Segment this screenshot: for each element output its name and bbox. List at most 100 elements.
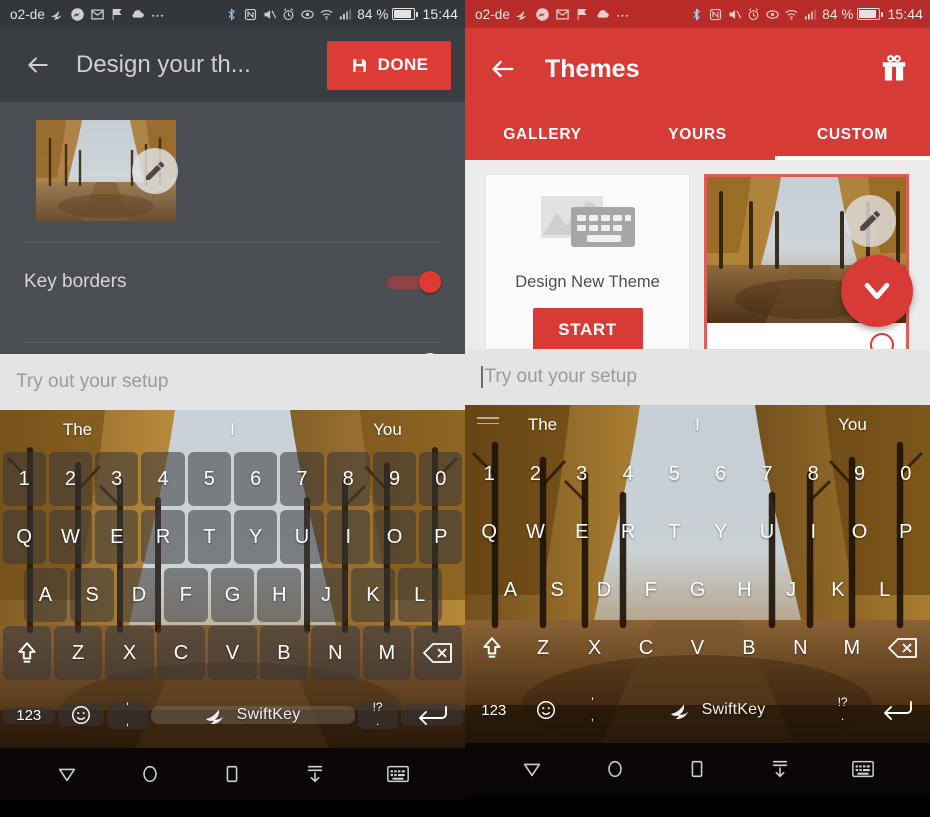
edit-theme-badge[interactable] [132,148,178,194]
key-p[interactable]: P [419,510,463,564]
key-5[interactable]: 5 [187,452,232,506]
keyboard-right[interactable]: The I You 1 2 3 4 5 6 7 8 9 0 Q W E R T … [465,405,930,743]
key-h[interactable]: H [722,563,766,617]
key-u[interactable]: U [745,505,788,559]
key-0[interactable]: 0 [419,452,463,506]
enter-key[interactable] [400,704,463,726]
key-q[interactable]: Q [468,505,511,559]
key-9[interactable]: 9 [838,447,881,501]
suggestion-1[interactable]: I [620,415,775,435]
card-design-new-theme[interactable]: Design New Theme START [485,174,690,349]
emoji-key[interactable] [58,704,105,726]
shift-key[interactable] [2,626,52,680]
key-i[interactable]: I [792,505,835,559]
back-nav-icon[interactable] [52,759,82,789]
key-n[interactable]: N [311,626,361,680]
key-g[interactable]: G [210,568,255,622]
recents-nav-icon[interactable] [217,759,247,789]
key-p[interactable]: P [884,505,927,559]
key-d[interactable]: D [582,563,626,617]
key-w[interactable]: W [514,505,557,559]
key-6[interactable]: 6 [699,447,742,501]
key-3[interactable]: 3 [560,447,603,501]
key-j[interactable]: J [769,563,813,617]
theme-thumbnail-wrapper[interactable] [36,120,178,221]
key-b[interactable]: B [259,626,309,680]
key-e[interactable]: E [95,510,139,564]
expand-fab[interactable] [841,255,913,327]
period-key[interactable]: !? . [823,695,863,724]
key-y[interactable]: Y [699,505,742,559]
suggestion-2[interactable]: You [310,420,465,440]
key-j[interactable]: J [304,568,348,622]
right-test-input[interactable]: Try out your setup [465,349,930,405]
key-w[interactable]: W [48,510,93,564]
key-b[interactable]: B [725,621,773,675]
key-h[interactable]: H [257,568,301,622]
key-k[interactable]: K [350,568,395,622]
key-2[interactable]: 2 [48,452,93,506]
key-c[interactable]: C [156,626,206,680]
gift-button[interactable] [874,49,914,89]
key-q[interactable]: Q [2,510,47,564]
tab-yours[interactable]: YOURS [620,110,775,160]
key-m[interactable]: M [362,626,412,680]
comma-key[interactable]: ' , [572,695,612,724]
theme-selected-radio[interactable] [870,333,894,349]
key-v[interactable]: V [208,626,258,680]
recents-nav-icon[interactable] [682,754,712,784]
numeric-key[interactable]: 123 [2,706,56,724]
key-3[interactable]: 3 [95,452,139,506]
key-z[interactable]: Z [53,626,103,680]
edit-theme-badge[interactable] [844,195,896,247]
key-i[interactable]: I [326,510,371,564]
switch-keyboard-icon[interactable] [848,754,878,784]
key-1[interactable]: 1 [2,452,47,506]
key-4[interactable]: 4 [141,452,185,506]
key-a[interactable]: A [489,563,533,617]
done-button[interactable]: DONE [327,40,451,90]
key-n[interactable]: N [776,621,824,675]
enter-key[interactable] [866,699,928,721]
key-g[interactable]: G [676,563,720,617]
suggestion-bar[interactable]: The I You [465,405,930,445]
back-nav-icon[interactable] [517,754,547,784]
key-9[interactable]: 9 [372,452,417,506]
key-7[interactable]: 7 [280,452,324,506]
key-d[interactable]: D [117,568,161,622]
home-nav-icon[interactable] [600,754,630,784]
emoji-key[interactable] [523,699,569,721]
shift-key[interactable] [468,621,516,675]
key-s[interactable]: S [70,568,114,622]
key-v[interactable]: V [673,621,721,675]
key-c[interactable]: C [622,621,670,675]
key-t[interactable]: T [653,505,696,559]
key-o[interactable]: O [838,505,881,559]
key-l[interactable]: L [397,568,442,622]
suggestion-1[interactable]: I [155,420,310,440]
card-custom-theme[interactable] [704,174,913,349]
switch-keyboard-icon[interactable] [383,759,413,789]
key-m[interactable]: M [828,621,876,675]
space-key[interactable]: SwiftKey [616,701,820,719]
tab-gallery[interactable]: GALLERY [465,110,620,160]
key-2[interactable]: 2 [514,447,557,501]
suggestion-2[interactable]: You [775,415,930,435]
key-a[interactable]: A [23,568,68,622]
period-key[interactable]: !? . [357,700,398,729]
key-7[interactable]: 7 [745,447,788,501]
key-6[interactable]: 6 [233,452,278,506]
key-e[interactable]: E [560,505,603,559]
key-o[interactable]: O [372,510,417,564]
key-8[interactable]: 8 [792,447,835,501]
back-button[interactable] [18,45,58,85]
key-l[interactable]: L [863,563,907,617]
key-borders-toggle[interactable] [387,270,441,294]
comma-key[interactable]: ' , [107,700,148,729]
backspace-key[interactable] [414,626,463,680]
key-s[interactable]: S [535,563,579,617]
home-nav-icon[interactable] [135,759,165,789]
key-x[interactable]: X [570,621,618,675]
key-4[interactable]: 4 [606,447,649,501]
key-1[interactable]: 1 [468,447,511,501]
